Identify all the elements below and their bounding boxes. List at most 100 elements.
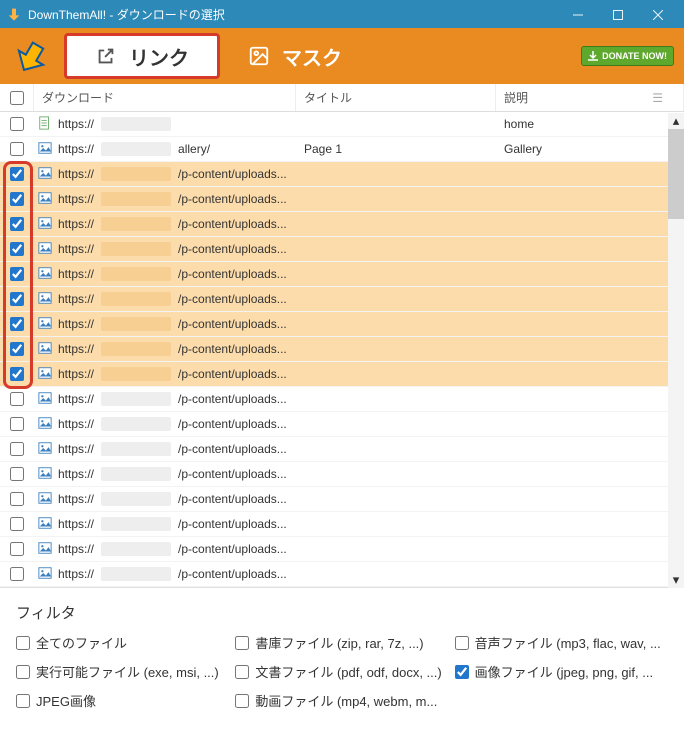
row-checkbox[interactable] xyxy=(10,242,24,256)
table-row[interactable]: https:///p-content/uploads... xyxy=(0,212,684,237)
url-suffix: /p-content/uploads... xyxy=(178,292,287,306)
close-button[interactable] xyxy=(638,7,678,21)
row-checkbox[interactable] xyxy=(10,117,24,131)
scroll-down-icon[interactable]: ▾ xyxy=(668,572,684,588)
table-row[interactable]: https:///p-content/uploads... xyxy=(0,387,684,412)
table-row[interactable]: https:///p-content/uploads... xyxy=(0,362,684,387)
table-row[interactable]: https:///p-content/uploads... xyxy=(0,237,684,262)
url-suffix: /p-content/uploads... xyxy=(178,217,287,231)
url-redacted xyxy=(101,517,171,531)
table-row[interactable]: https:// /p-content/uploads... xyxy=(0,462,684,487)
file-icon xyxy=(38,366,52,383)
table-row[interactable]: https:///p-content/uploads... xyxy=(0,312,684,337)
tab-links[interactable]: リンク xyxy=(64,33,220,79)
donate-button[interactable]: DONATE NOW! xyxy=(581,46,674,66)
url-prefix: https:// xyxy=(58,292,94,306)
file-icon xyxy=(38,441,52,458)
filter-item[interactable]: 音声ファイル (mp3, flac, wav, ... xyxy=(455,633,668,652)
cell-download: https:///p-content/uploads... xyxy=(34,391,296,408)
url-suffix: /p-content/uploads... xyxy=(178,342,287,356)
filter-checkbox[interactable] xyxy=(235,636,249,650)
filter-checkbox[interactable] xyxy=(16,694,30,708)
row-checkbox[interactable] xyxy=(10,317,24,331)
cell-download: https:// /p-content/uploads... xyxy=(34,266,296,283)
scroll-up-icon[interactable]: ▴ xyxy=(668,113,684,129)
file-icon xyxy=(38,466,52,483)
table-row[interactable]: https:// /p-content/uploads... xyxy=(0,262,684,287)
tab-media[interactable]: マスク xyxy=(220,33,370,79)
table-row[interactable]: https:///p-content/uploads... xyxy=(0,562,684,587)
cell-download: https:///p-content/uploads... xyxy=(34,191,296,208)
url-redacted xyxy=(101,317,171,331)
url-redacted xyxy=(101,567,171,581)
col-download[interactable]: ダウンロード xyxy=(34,84,296,111)
filter-item[interactable]: 実行可能ファイル (exe, msi, ...) xyxy=(16,662,229,681)
table-row[interactable]: https://allery/Page 1Gallery xyxy=(0,137,684,162)
filter-label: 実行可能ファイル (exe, msi, ...) xyxy=(36,662,219,681)
table-row[interactable]: https:///p-content/uploads... xyxy=(0,412,684,437)
col-title[interactable]: タイトル xyxy=(296,84,496,111)
row-checkbox[interactable] xyxy=(10,342,24,356)
url-prefix: https:// xyxy=(58,342,94,356)
cell-description: home xyxy=(496,117,684,131)
row-checkbox[interactable] xyxy=(10,167,24,181)
row-checkbox[interactable] xyxy=(10,467,24,481)
table-row[interactable]: https:///p-content/uploads... xyxy=(0,512,684,537)
col-checkbox[interactable] xyxy=(0,84,34,111)
cell-download: https:///p-content/uploads... xyxy=(34,516,296,533)
filter-item[interactable]: 全てのファイル xyxy=(16,633,229,652)
table-row[interactable]: https:///p-content/uploads... xyxy=(0,537,684,562)
file-icon xyxy=(38,266,52,283)
filter-checkbox[interactable] xyxy=(455,665,469,679)
row-checkbox[interactable] xyxy=(10,142,24,156)
row-checkbox[interactable] xyxy=(10,392,24,406)
filter-item[interactable]: JPEG画像 xyxy=(16,691,229,710)
filter-checkbox[interactable] xyxy=(235,694,249,708)
url-suffix: /p-content/uploads... xyxy=(178,467,287,481)
filter-checkbox[interactable] xyxy=(455,636,469,650)
row-checkbox[interactable] xyxy=(10,442,24,456)
scrollbar[interactable]: ▴ ▾ xyxy=(668,113,684,588)
filter-checkbox[interactable] xyxy=(16,636,30,650)
table-row[interactable]: https:///p-content/uploads... xyxy=(0,162,684,187)
table-row[interactable]: https:///p-content/uploads... xyxy=(0,487,684,512)
url-suffix: /p-content/uploads... xyxy=(178,567,287,581)
row-checkbox[interactable] xyxy=(10,492,24,506)
row-checkbox[interactable] xyxy=(10,517,24,531)
row-checkbox[interactable] xyxy=(10,292,24,306)
row-checkbox[interactable] xyxy=(10,567,24,581)
url-suffix: /p-content/uploads... xyxy=(178,267,287,281)
row-checkbox[interactable] xyxy=(10,267,24,281)
cell-download: https:///p-content/uploads... xyxy=(34,566,296,583)
row-checkbox[interactable] xyxy=(10,417,24,431)
table-row[interactable]: https:///p-content/uploads... xyxy=(0,187,684,212)
url-suffix: /p-content/uploads... xyxy=(178,492,287,506)
minimize-button[interactable] xyxy=(558,7,598,21)
url-prefix: https:// xyxy=(58,317,94,331)
row-checkbox[interactable] xyxy=(10,542,24,556)
row-checkbox[interactable] xyxy=(10,367,24,381)
filters-heading: フィルタ xyxy=(16,602,668,623)
select-all-checkbox[interactable] xyxy=(10,91,24,105)
url-redacted xyxy=(101,342,171,356)
table-row[interactable]: https:///p-content/uploads... xyxy=(0,437,684,462)
file-icon xyxy=(38,566,52,583)
col-description[interactable]: 説明 ☰ xyxy=(496,84,684,111)
filter-checkbox[interactable] xyxy=(16,665,30,679)
file-icon xyxy=(38,341,52,358)
row-checkbox[interactable] xyxy=(10,217,24,231)
table-row[interactable]: https://home xyxy=(0,112,684,137)
table-row[interactable]: https:// /p-content/uploads... xyxy=(0,287,684,312)
maximize-button[interactable] xyxy=(598,7,638,21)
filter-item[interactable]: 書庫ファイル (zip, rar, 7z, ...) xyxy=(235,633,448,652)
url-prefix: https:// xyxy=(58,267,94,281)
filter-checkbox[interactable] xyxy=(235,665,249,679)
table-row[interactable]: https:// /p-content/uploads... xyxy=(0,337,684,362)
filter-item[interactable]: 文書ファイル (pdf, odf, docx, ...) xyxy=(235,662,448,681)
filter-item[interactable]: 動画ファイル (mp4, webm, m... xyxy=(235,691,448,710)
filter-item[interactable]: 画像ファイル (jpeg, png, gif, ... xyxy=(455,662,668,681)
url-prefix: https:// xyxy=(58,467,94,481)
row-checkbox[interactable] xyxy=(10,192,24,206)
scroll-thumb[interactable] xyxy=(668,129,684,219)
column-menu-icon[interactable]: ☰ xyxy=(652,91,663,105)
